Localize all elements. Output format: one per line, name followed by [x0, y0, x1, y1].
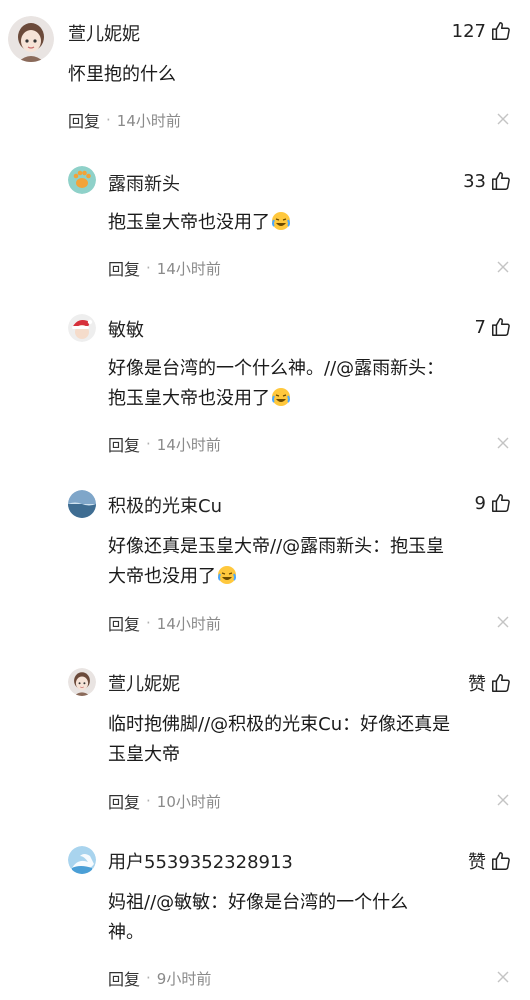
crying-laugh-emoji-icon: [272, 212, 290, 230]
like-label: 赞: [468, 674, 486, 695]
reply-item: 萱儿妮妮 赞 临时抱佛脚//@积极的光束Cu：好像还真是 玉皇大帝 回复 · 1…: [0, 656, 530, 831]
thumbs-up-icon: [492, 22, 510, 40]
thumbs-up-icon: [492, 318, 510, 336]
comment-text: 怀里抱的什么: [68, 60, 176, 90]
crying-laugh-emoji-icon: [272, 388, 290, 406]
comment-text: 好像还真是玉皇大帝//@露雨新头：抱玉皇 大帝也没用了: [108, 532, 444, 592]
like-count: 33: [463, 170, 486, 192]
comment-meta: 回复 · 10小时前: [108, 789, 221, 813]
reply-item: 敏敏 7 好像是台湾的一个什么神。//@露雨新头： 抱玉皇大帝也没用了 回复 ·…: [0, 300, 530, 475]
separator-dot: ·: [146, 792, 151, 810]
like-label: 赞: [468, 852, 486, 873]
like-button[interactable]: 33: [463, 170, 512, 192]
reply-button[interactable]: 回复: [108, 611, 140, 635]
dismiss-button[interactable]: [496, 793, 510, 807]
dismiss-button[interactable]: [496, 615, 510, 629]
separator-dot: ·: [146, 435, 151, 453]
username[interactable]: 萱儿妮妮: [68, 20, 140, 46]
comment-line: 临时抱佛脚//@积极的光束Cu：好像还真是: [108, 714, 451, 735]
like-button[interactable]: 127: [452, 20, 512, 42]
close-icon: [497, 113, 509, 125]
thumbs-up-icon: [492, 674, 510, 692]
comment-meta: 回复 · 14小时前: [68, 108, 181, 132]
comment-line: 怀里抱的什么: [68, 64, 176, 85]
timestamp: 9小时前: [156, 969, 212, 988]
like-count: 127: [451, 20, 486, 42]
timestamp: 14小时前: [116, 111, 181, 130]
username[interactable]: 积极的光束Cu: [108, 492, 222, 518]
comment-meta: 回复 · 14小时前: [108, 256, 221, 280]
reply-button[interactable]: 回复: [108, 789, 140, 813]
comment-line: 大帝也没用了: [108, 562, 444, 592]
crying-laugh-emoji-icon: [218, 566, 236, 584]
reply-button[interactable]: 回复: [108, 966, 140, 990]
comment-text: 妈祖//@敏敏：好像是台湾的一个什么 神。: [108, 888, 408, 948]
reply-button[interactable]: 回复: [108, 432, 140, 456]
close-icon: [497, 437, 509, 449]
comment-text: 临时抱佛脚//@积极的光束Cu：好像还真是 玉皇大帝: [108, 710, 450, 770]
thumbs-up-icon: [492, 852, 510, 870]
timestamp: 10小时前: [156, 792, 221, 811]
user-avatar[interactable]: [68, 846, 96, 874]
reply-button[interactable]: 回复: [108, 256, 140, 280]
close-icon: [497, 261, 509, 273]
user-avatar[interactable]: [68, 166, 96, 194]
comment-text: 好像是台湾的一个什么神。//@露雨新头： 抱玉皇大帝也没用了: [108, 354, 444, 414]
comment-line: 好像是台湾的一个什么神。//@露雨新头：: [108, 358, 445, 379]
separator-dot: ·: [146, 259, 151, 277]
separator-dot: ·: [106, 111, 111, 129]
dismiss-button[interactable]: [496, 970, 510, 984]
separator-dot: ·: [146, 969, 151, 987]
santa-avatar-icon: [68, 314, 96, 342]
reply-button[interactable]: 回复: [68, 108, 100, 132]
timestamp: 14小时前: [156, 435, 221, 454]
like-button[interactable]: 7: [475, 316, 512, 338]
user-avatar[interactable]: [68, 668, 96, 696]
comment-item: 萱儿妮妮 127 怀里抱的什么 回复 · 14小时前: [0, 0, 530, 150]
close-icon: [497, 794, 509, 806]
reply-item: 积极的光束Cu 9 好像还真是玉皇大帝//@露雨新头：抱玉皇 大帝也没用了 回复…: [0, 478, 530, 653]
paw-avatar-icon: [68, 166, 96, 194]
girl-avatar-icon: [68, 668, 96, 696]
user-avatar[interactable]: [8, 16, 54, 62]
comment-line: 抱玉皇大帝也没用了: [108, 384, 444, 414]
comment-meta: 回复 · 14小时前: [108, 611, 221, 635]
close-icon: [497, 971, 509, 983]
comment-meta: 回复 · 14小时前: [108, 432, 221, 456]
dismiss-button[interactable]: [496, 436, 510, 450]
girl-avatar-icon: [8, 16, 54, 62]
like-button[interactable]: 赞: [468, 848, 512, 874]
username[interactable]: 用户5539352328913: [108, 848, 293, 874]
default-user-avatar-icon: [68, 846, 96, 874]
like-button[interactable]: 赞: [468, 670, 512, 696]
separator-dot: ·: [146, 614, 151, 632]
comment-meta: 回复 · 9小时前: [108, 966, 211, 990]
dismiss-button[interactable]: [496, 260, 510, 274]
like-count: 9: [474, 492, 486, 514]
comment-line: 玉皇大帝: [108, 744, 180, 765]
timestamp: 14小时前: [156, 259, 221, 278]
comment-line: 好像还真是玉皇大帝//@露雨新头：抱玉皇: [108, 536, 445, 557]
like-count: 7: [474, 316, 486, 338]
comment-line: 妈祖//@敏敏：好像是台湾的一个什么: [108, 892, 409, 913]
reply-item: 露雨新头 33 抱玉皇大帝也没用了 回复 · 14小时前: [0, 150, 530, 290]
user-avatar[interactable]: [68, 490, 96, 518]
landscape-avatar-icon: [68, 490, 96, 518]
like-button[interactable]: 9: [475, 492, 512, 514]
user-avatar[interactable]: [68, 314, 96, 342]
timestamp: 14小时前: [156, 614, 221, 633]
username[interactable]: 露雨新头: [108, 170, 180, 196]
username[interactable]: 萱儿妮妮: [108, 670, 180, 696]
comment-line: 抱玉皇大帝也没用了: [108, 208, 292, 238]
thumbs-up-icon: [492, 494, 510, 512]
close-icon: [497, 616, 509, 628]
comment-line: 神。: [108, 922, 144, 943]
dismiss-button[interactable]: [496, 112, 510, 126]
comment-text: 抱玉皇大帝也没用了: [108, 208, 292, 238]
username[interactable]: 敏敏: [108, 316, 144, 342]
thumbs-up-icon: [492, 172, 510, 190]
reply-item: 用户5539352328913 赞 妈祖//@敏敏：好像是台湾的一个什么 神。 …: [0, 834, 530, 1000]
